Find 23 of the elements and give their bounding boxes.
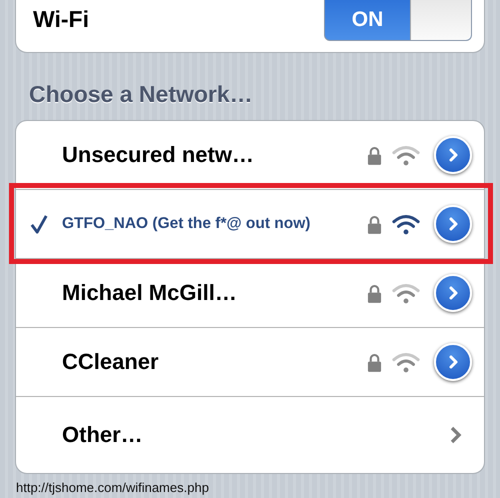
network-row[interactable]: Unsecured netw…	[16, 121, 484, 190]
other-label: Other…	[62, 422, 144, 448]
details-button[interactable]	[434, 136, 472, 174]
wifi-label: Wi-Fi	[33, 6, 89, 33]
wifi-switch[interactable]: ON	[324, 0, 472, 41]
details-button[interactable]	[434, 205, 472, 244]
network-row[interactable]: GTFO_NAO (Get the f*@ out now)	[16, 190, 484, 260]
chevron-icon	[450, 426, 462, 444]
wifi-signal-icon	[392, 282, 420, 304]
network-name: GTFO_NAO (Get the f*@ out now)	[62, 215, 312, 234]
other-row[interactable]: Other…	[16, 397, 484, 473]
details-button[interactable]	[434, 343, 472, 382]
network-row[interactable]: Michael McGill…	[16, 259, 484, 328]
details-button[interactable]	[434, 274, 472, 312]
section-title: Choose a Network…	[28, 80, 254, 109]
wifi-signal-icon	[392, 214, 420, 235]
network-row[interactable]: CCleaner	[16, 328, 484, 398]
wifi-signal-icon	[392, 352, 420, 373]
network-name: Unsecured netw…	[62, 142, 255, 168]
network-name: Michael McGill…	[62, 280, 238, 306]
source-caption: http://tjshome.com/wifinames.php	[15, 479, 210, 495]
network-name: CCleaner	[62, 349, 160, 376]
wifi-signal-icon	[392, 144, 420, 166]
